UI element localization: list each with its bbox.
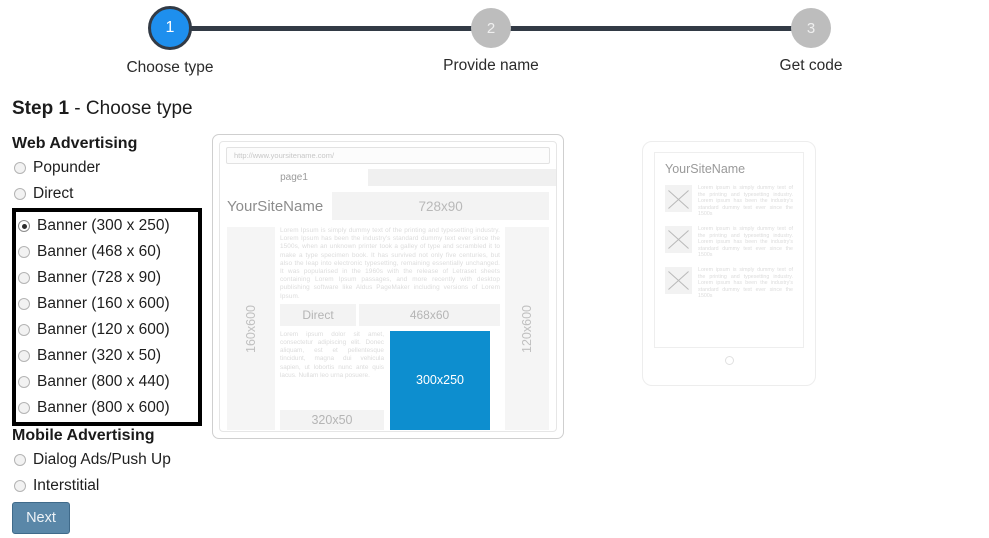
preview-banner-468x60: 468x60 — [359, 303, 500, 326]
page-title: Step 1 - Choose type — [12, 98, 989, 120]
tablet-item-text: Lorem ipsum is simply dummy text of the … — [698, 266, 793, 300]
preview-main-column: Lorem Ipsum is simply dummy text of the … — [275, 227, 505, 430]
preview-banner-320x50: 320x50 — [280, 410, 384, 430]
option-banner-800x440-label: Banner (800 x 440) — [37, 373, 170, 390]
step-2-number: 2 — [486, 19, 496, 37]
stepper-step-2[interactable]: 2 Provide name — [416, 0, 566, 75]
option-banner-120x600-label: Banner (120 x 600) — [37, 321, 170, 338]
preview-site-name: YourSiteName — [227, 197, 324, 215]
step-3-circle[interactable]: 3 — [791, 8, 831, 48]
step-1-circle[interactable]: 1 — [148, 6, 192, 50]
option-banner-300x250-label: Banner (300 x 250) — [37, 217, 170, 234]
image-placeholder-icon — [665, 266, 692, 294]
option-banner-160x600-label: Banner (160 x 600) — [37, 295, 170, 312]
preview-direct-block: Direct — [280, 303, 356, 326]
tablet-item-text: Lorem ipsum is simply dummy text of the … — [698, 225, 793, 259]
option-direct[interactable]: Direct — [12, 181, 202, 207]
option-banner-320x50[interactable]: Banner (320 x 50) — [16, 343, 198, 369]
radio-banner-728x90[interactable] — [18, 272, 30, 284]
next-button[interactable]: Next — [12, 502, 70, 534]
browser-tab: page1 — [220, 169, 368, 186]
preview-banner-160x600-label: 160x600 — [244, 304, 258, 353]
option-banner-160x600[interactable]: Banner (160 x 600) — [16, 291, 198, 317]
radio-interstitial[interactable] — [14, 480, 26, 492]
radio-banner-800x440[interactable] — [18, 376, 30, 388]
radio-popunder[interactable] — [14, 162, 26, 174]
tablet-home-button-icon — [724, 356, 734, 365]
option-popunder-label: Popunder — [33, 159, 101, 176]
tablet-list-item: Lorem ipsum is simply dummy text of the … — [665, 225, 793, 259]
option-banner-468x60[interactable]: Banner (468 x 60) — [16, 239, 198, 265]
tablet-item-text: Lorem ipsum is simply dummy text of the … — [698, 185, 793, 218]
radio-banner-300x250[interactable] — [18, 220, 30, 232]
radio-banner-320x50[interactable] — [18, 350, 30, 362]
radio-banner-120x600[interactable] — [18, 324, 30, 336]
preview-body: 160x600 Lorem Ipsum is simply dummy text… — [220, 220, 556, 430]
tablet-site-name: YourSiteName — [665, 162, 746, 176]
banner-options-highlight: Banner (300 x 250) Banner (468 x 60) Ban… — [12, 208, 202, 426]
step-2-label: Provide name — [443, 57, 539, 74]
option-banner-800x440[interactable]: Banner (800 x 440) — [16, 369, 198, 395]
tablet-list-item: Lorem ipsum is simply dummy text of the … — [665, 266, 793, 300]
preview-lorem-top: Lorem Ipsum is simply dummy text of the … — [280, 227, 500, 300]
step-3-label: Get code — [779, 57, 843, 74]
preview-banner-120x600-label: 120x600 — [520, 304, 534, 353]
radio-dialog-ads[interactable] — [14, 454, 26, 466]
preview-mid-row: Direct 468x60 — [280, 303, 500, 326]
option-banner-728x90-label: Banner (728 x 90) — [37, 269, 162, 286]
browser-window: http://www.yoursitename.com/ page1 YourS… — [219, 141, 557, 432]
preview-banner-160x600: 160x600 — [227, 227, 275, 430]
option-dialog-ads[interactable]: Dialog Ads/Push Up — [12, 447, 202, 473]
tablet-list-item: Lorem ipsum is simply dummy text of the … — [665, 185, 793, 218]
option-banner-468x60-label: Banner (468 x 60) — [37, 243, 162, 260]
radio-banner-800x600[interactable] — [18, 402, 30, 414]
option-direct-label: Direct — [33, 185, 74, 202]
tablet-screen: YourSiteName Lorem ipsum is simply dummy… — [654, 152, 804, 348]
ad-type-options: Web Advertising Popunder Direct Banner (… — [12, 134, 202, 499]
radio-banner-468x60[interactable] — [18, 246, 30, 258]
page-title-step: Step 1 — [12, 98, 70, 119]
option-popunder[interactable]: Popunder — [12, 155, 202, 181]
mobile-advertising-heading: Mobile Advertising — [12, 427, 155, 444]
option-interstitial[interactable]: Interstitial — [12, 473, 202, 499]
preview-site-header: YourSiteName 728x90 — [220, 186, 556, 220]
preview-banner-728x90: 728x90 — [332, 192, 549, 220]
option-banner-300x250[interactable]: Banner (300 x 250) — [16, 213, 198, 239]
image-placeholder-icon — [665, 225, 692, 253]
step-3-number: 3 — [806, 19, 816, 37]
option-banner-800x600[interactable]: Banner (800 x 600) — [16, 395, 198, 421]
option-banner-800x600-label: Banner (800 x 600) — [37, 399, 170, 416]
desktop-preview-mockup: http://www.yoursitename.com/ page1 YourS… — [212, 134, 564, 439]
option-banner-120x600[interactable]: Banner (120 x 600) — [16, 317, 198, 343]
preview-banner-120x600: 120x600 — [505, 227, 549, 430]
web-advertising-heading: Web Advertising — [12, 135, 138, 152]
stepper-step-1[interactable]: 1 Choose type — [95, 0, 245, 77]
progress-stepper: 1 Choose type 2 Provide name 3 Get code — [0, 0, 989, 84]
option-banner-320x50-label: Banner (320 x 50) — [37, 347, 162, 364]
browser-tab-strip: page1 — [220, 169, 556, 186]
image-placeholder-icon — [665, 185, 692, 212]
preview-bottom-left: Lorem ipsum dolor sit amet, consectetur … — [280, 331, 384, 430]
preview-lorem-bottom: Lorem ipsum dolor sit amet, consectetur … — [280, 330, 384, 379]
browser-url-bar: http://www.yoursitename.com/ — [226, 147, 550, 164]
browser-url-text: http://www.yoursitename.com/ — [234, 151, 335, 160]
step-1-label: Choose type — [126, 59, 214, 76]
step-2-circle[interactable]: 2 — [471, 8, 511, 48]
preview-bottom-row: Lorem ipsum dolor sit amet, consectetur … — [280, 330, 500, 430]
preview-banner-300x250: 300x250 — [390, 330, 490, 430]
option-dialog-ads-label: Dialog Ads/Push Up — [33, 451, 171, 468]
option-interstitial-label: Interstitial — [33, 477, 100, 494]
page-title-rest: - Choose type — [69, 98, 193, 119]
radio-direct[interactable] — [14, 188, 26, 200]
step-1-number: 1 — [165, 19, 175, 36]
stepper-step-3[interactable]: 3 Get code — [736, 0, 886, 75]
option-banner-728x90[interactable]: Banner (728 x 90) — [16, 265, 198, 291]
radio-banner-160x600[interactable] — [18, 298, 30, 310]
tablet-preview-mockup: YourSiteName Lorem ipsum is simply dummy… — [642, 141, 816, 386]
